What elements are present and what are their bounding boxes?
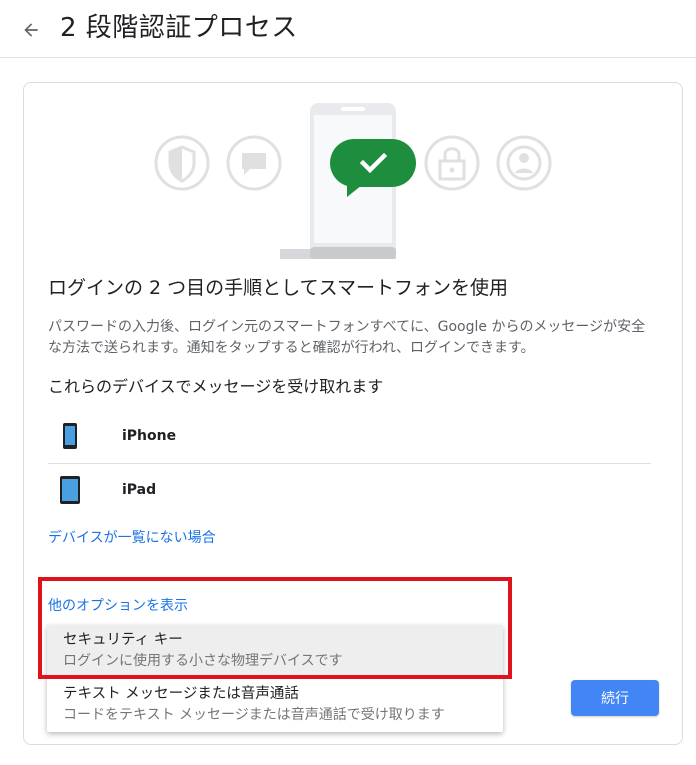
show-more-options-link[interactable]: 他のオプションを表示	[48, 595, 188, 615]
device-row-iphone: iPhone	[48, 410, 651, 462]
option-sms-voice[interactable]: テキスト メッセージまたは音声通話 コードをテキスト メッセージまたは音声通話で…	[47, 679, 503, 733]
option-security-key[interactable]: セキュリティ キー ログインに使用する小さな物理デバイスです	[47, 625, 503, 679]
account-circle-icon	[496, 135, 552, 191]
continue-button[interactable]: 続行	[571, 680, 659, 716]
devices-heading: これらのデバイスでメッセージを受け取れます	[48, 377, 384, 396]
page-header: 2 段階認証プロセス	[0, 0, 696, 58]
device-name: iPad	[122, 482, 157, 498]
device-name: iPhone	[122, 428, 177, 444]
tablet-icon	[52, 476, 88, 504]
arrow-left-icon	[24, 23, 38, 37]
option-description: コードをテキスト メッセージまたは音声通話で受け取ります	[63, 707, 445, 723]
smartphone-icon	[52, 423, 88, 449]
back-button[interactable]	[14, 13, 48, 47]
page-title: 2 段階認証プロセス	[60, 13, 298, 43]
shield-icon	[154, 135, 210, 191]
chat-bubble-icon	[226, 135, 282, 191]
option-title: テキスト メッセージまたは音声通話	[63, 686, 299, 702]
device-row-ipad: iPad	[48, 464, 651, 516]
options-dropdown-menu: セキュリティ キー ログインに使用する小さな物理デバイスです テキスト メッセー…	[47, 625, 503, 732]
lock-icon	[424, 135, 480, 191]
option-title: セキュリティ キー	[63, 632, 183, 648]
option-description: ログインに使用する小さな物理デバイスです	[63, 653, 343, 669]
section-heading: ログインの 2 つ目の手順としてスマートフォンを使用	[48, 277, 509, 299]
phone-prompt-illustration	[154, 103, 552, 259]
device-missing-link[interactable]: デバイスが一覧にない場合	[48, 527, 216, 547]
section-description: パスワードの入力後、ログイン元のスマートフォンすべてに、Google からのメッ…	[48, 319, 646, 356]
